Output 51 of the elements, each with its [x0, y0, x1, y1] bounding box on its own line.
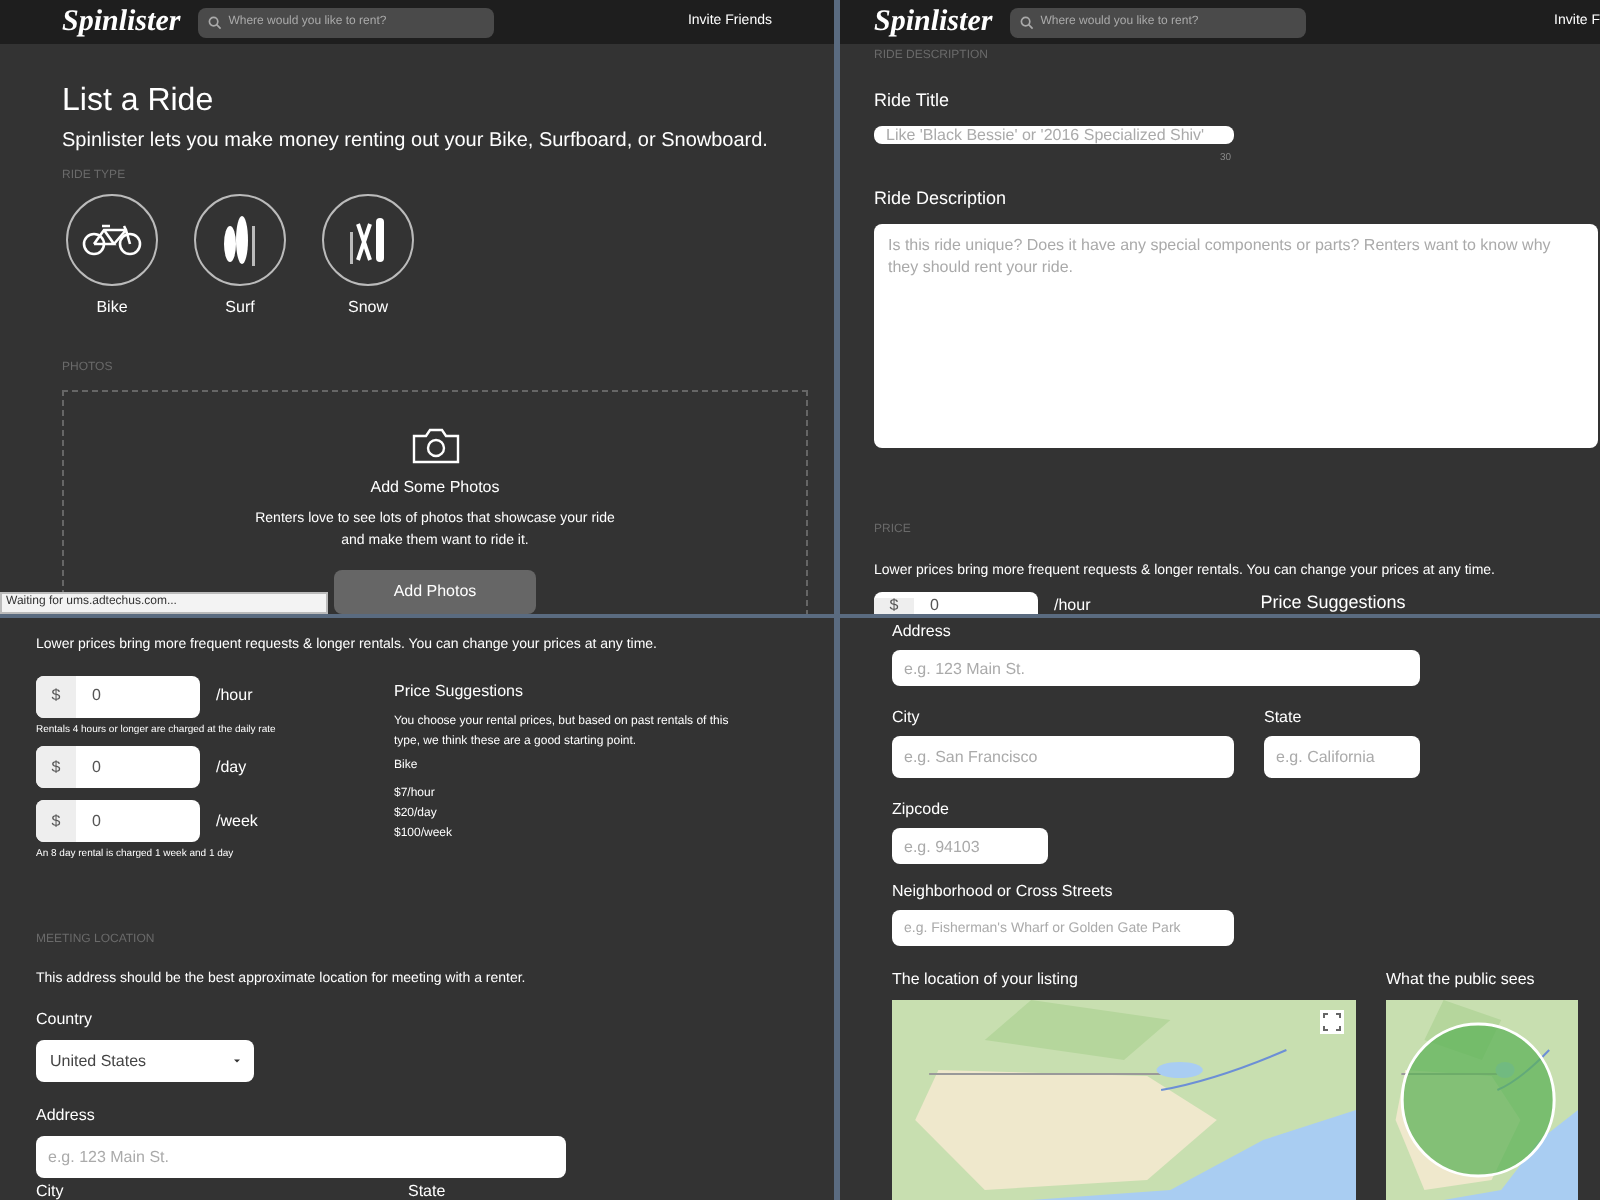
price-field[interactable]: $ 0 [36, 746, 200, 788]
page-title: List a Ride [62, 86, 216, 118]
ride-type-option[interactable] [322, 194, 414, 286]
rate-unit: /week [216, 809, 258, 833]
logo[interactable]: Spinlister [874, 0, 993, 45]
caret-icon [234, 1058, 240, 1064]
address-field[interactable]: e.g. 123 Main St. [36, 1136, 566, 1178]
field-label: State [408, 1184, 446, 1200]
field-label: Country [36, 1008, 95, 1032]
bicycle-icon [80, 224, 144, 256]
field-label: City [36, 1184, 66, 1200]
surfboards-icon [222, 214, 258, 266]
field-label: City [892, 706, 922, 730]
photos-title: Add Some Photos [370, 476, 500, 500]
suggestions-title: Price Suggestions [394, 679, 525, 703]
field-label: Ride Title [874, 88, 952, 114]
ride-type-option[interactable] [66, 194, 158, 286]
field-label: Neighborhood or Cross Streets [892, 880, 1115, 904]
field-label: Address [36, 1104, 97, 1128]
address-field[interactable]: e.g. 123 Main St. [892, 650, 1420, 686]
country-select[interactable]: United States [36, 1040, 254, 1082]
camera-icon [411, 428, 459, 464]
suggestions-title: Price Suggestions [1260, 594, 1406, 612]
ride-type-option[interactable] [194, 194, 286, 286]
search-icon [1020, 15, 1035, 29]
rate-unit: /hour [216, 684, 253, 708]
price-field[interactable]: $ 0 [36, 675, 200, 717]
ride-description-field[interactable]: Is this ride unique? Does it have any special components or parts? Renters want to know why they should rent your ride. [874, 223, 1598, 447]
zipcode-field[interactable]: e.g. 94103 [892, 828, 1048, 864]
search-icon [208, 15, 223, 29]
fullscreen-icon[interactable] [1320, 1010, 1344, 1034]
field-label: Zipcode [892, 798, 951, 822]
field-label: Ride Description [874, 186, 1009, 212]
field-label: State [1264, 706, 1304, 730]
price-field[interactable]: $ 0 [36, 800, 200, 842]
field-label: The location of your listing [892, 968, 1080, 992]
page-subtitle: Spinlister lets you make money renting out your Bike, Surfboard, or Snowboard. [62, 132, 770, 152]
ride-type-label: Surf [225, 296, 255, 320]
ride-type-label: Bike [96, 296, 128, 320]
field-label: What the public sees [1386, 968, 1537, 992]
rate-unit: /day [216, 755, 247, 779]
skis-icon [348, 216, 388, 264]
ride-title-field[interactable]: Like 'Black Bessie' or '2016 Specialized Shiv' [874, 125, 1234, 143]
price-field[interactable]: $ 0 [874, 592, 1038, 614]
logo[interactable]: Spinlister [62, 0, 181, 45]
add-photos-button[interactable]: Add Photos [334, 570, 536, 614]
field-label: Address [892, 620, 953, 644]
city-field[interactable]: e.g. San Francisco [892, 736, 1234, 778]
state-field[interactable]: e.g. California [1264, 736, 1420, 778]
rate-unit: /hour [1054, 598, 1091, 614]
ride-type-label: Snow [347, 296, 388, 320]
